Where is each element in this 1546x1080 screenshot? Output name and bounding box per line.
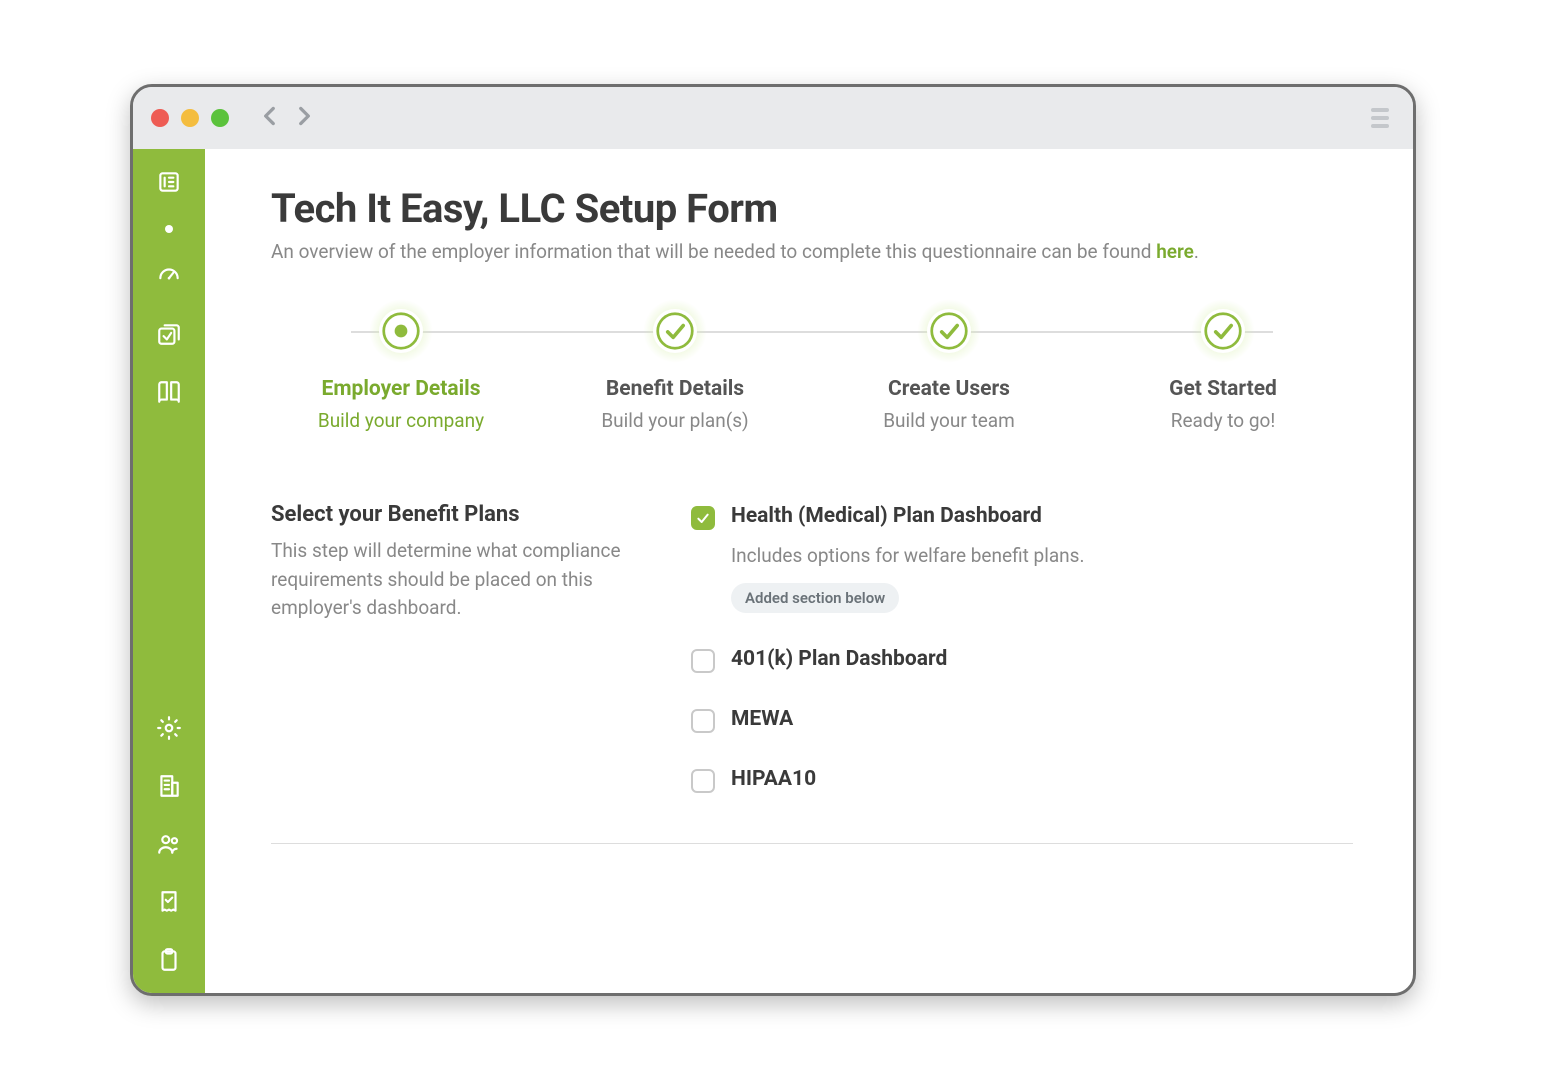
- step-current-icon: [379, 309, 423, 353]
- plan-option-401k[interactable]: 401(k) Plan Dashboard: [691, 647, 1353, 673]
- page-title: Tech It Easy, LLC Setup Form: [271, 185, 1353, 232]
- step-title: Benefit Details: [606, 377, 744, 401]
- step-employer-details[interactable]: Employer Details Build your company: [311, 309, 491, 432]
- menu-button[interactable]: [1365, 102, 1395, 134]
- plan-list: Health (Medical) Plan Dashboard Includes…: [691, 502, 1353, 793]
- checkbox-unchecked-icon[interactable]: [691, 769, 715, 793]
- window-zoom-button[interactable]: [211, 109, 229, 127]
- step-done-icon: [927, 309, 971, 353]
- clipboard-icon[interactable]: [154, 945, 184, 975]
- plan-label: 401(k) Plan Dashboard: [731, 647, 947, 671]
- plan-desc: Includes options for welfare benefit pla…: [731, 544, 1084, 567]
- page-subtitle-pre: An overview of the employer information …: [271, 240, 1156, 263]
- gauge-icon[interactable]: [154, 261, 184, 291]
- nav-forward-button[interactable]: [291, 103, 317, 133]
- plan-label: MEWA: [731, 707, 793, 731]
- benefit-plans-section: Select your Benefit Plans This step will…: [271, 502, 1353, 844]
- plan-badge: Added section below: [731, 583, 899, 613]
- building-icon[interactable]: [154, 771, 184, 801]
- plan-option-hipaa10[interactable]: HIPAA10: [691, 767, 1353, 793]
- step-sub: Build your team: [883, 409, 1015, 432]
- gear-icon[interactable]: [154, 713, 184, 743]
- list-icon[interactable]: [154, 167, 184, 197]
- users-icon[interactable]: [154, 829, 184, 859]
- checkbox-unchecked-icon[interactable]: [691, 709, 715, 733]
- step-sub: Ready to go!: [1171, 409, 1276, 432]
- stepper: Employer Details Build your company Bene…: [311, 309, 1313, 432]
- nav-back-button[interactable]: [257, 103, 283, 133]
- checkbox-checked-icon[interactable]: [691, 506, 715, 530]
- step-title: Employer Details: [322, 377, 481, 401]
- window-close-button[interactable]: [151, 109, 169, 127]
- window-traffic-lights: [151, 109, 229, 127]
- window-minimize-button[interactable]: [181, 109, 199, 127]
- step-create-users[interactable]: Create Users Build your team: [859, 309, 1039, 432]
- step-done-icon: [1201, 309, 1245, 353]
- check-box-icon[interactable]: [154, 319, 184, 349]
- step-sub: Build your company: [318, 409, 484, 432]
- dot-icon[interactable]: [165, 225, 173, 233]
- plan-label: Health (Medical) Plan Dashboard: [731, 504, 1084, 528]
- page-subtitle-post: .: [1194, 240, 1199, 263]
- book-icon[interactable]: [154, 377, 184, 407]
- section-desc: This step will determine what compliance…: [271, 537, 641, 623]
- step-done-icon: [653, 309, 697, 353]
- section-header: Select your Benefit Plans This step will…: [271, 502, 641, 793]
- page-subtitle-link[interactable]: here: [1156, 240, 1194, 263]
- step-title: Get Started: [1169, 377, 1277, 401]
- section-title: Select your Benefit Plans: [271, 502, 641, 527]
- page-subtitle: An overview of the employer information …: [271, 240, 1353, 263]
- main-content: Tech It Easy, LLC Setup Form An overview…: [205, 149, 1413, 993]
- window-titlebar: [133, 87, 1413, 149]
- receipt-check-icon[interactable]: [154, 887, 184, 917]
- step-sub: Build your plan(s): [601, 409, 748, 432]
- app-window: Tech It Easy, LLC Setup Form An overview…: [130, 84, 1416, 996]
- step-get-started[interactable]: Get Started Ready to go!: [1133, 309, 1313, 432]
- plan-option-mewa[interactable]: MEWA: [691, 707, 1353, 733]
- step-benefit-details[interactable]: Benefit Details Build your plan(s): [585, 309, 765, 432]
- step-title: Create Users: [888, 377, 1010, 401]
- sidebar: [133, 149, 205, 993]
- nav-arrows: [257, 103, 317, 133]
- plan-option-health[interactable]: Health (Medical) Plan Dashboard Includes…: [691, 504, 1353, 613]
- plan-label: HIPAA10: [731, 767, 816, 791]
- checkbox-unchecked-icon[interactable]: [691, 649, 715, 673]
